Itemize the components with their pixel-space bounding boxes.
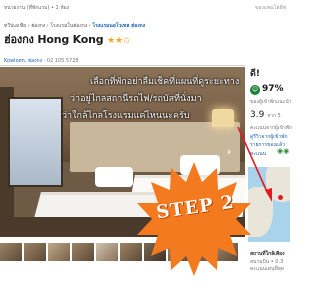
divider (0, 65, 245, 66)
guest-rating: 3.9 จาก 5 (250, 110, 281, 120)
photo-pillow (95, 167, 133, 187)
breadcrumb-item[interactable]: ทวีปเอเชีย (4, 23, 26, 29)
photo-window (8, 97, 63, 187)
hotel-phone: 02 105 5728 (46, 58, 79, 64)
star-rating: ★★✩ (107, 36, 131, 46)
top-bar: หน่วยงาน (ที่พักแรม) • 1 ห้อง ของแพนโฮดี… (0, 0, 290, 14)
photo-thumbnail[interactable] (48, 243, 70, 261)
photo-thumbnail[interactable] (96, 243, 118, 261)
read-reviews-link[interactable]: ดูรีวิวจากผู้เข้าพัก (250, 133, 288, 141)
top-bar-left-text: หน่วยงาน (ที่พักแรม) • 1 ห้อง (4, 5, 70, 11)
overlay-caption-line: เลือกที่พักอย่าลืมเช็คที่แผนที่ดูระยะทาง (90, 77, 240, 87)
photo-thumbnail[interactable] (0, 243, 22, 261)
photo-thumbnail[interactable] (72, 243, 94, 261)
recommend-percent-caption: ของผู้เข้าพักแนะนำ (250, 99, 292, 105)
guest-rating-caption: คะแนนจากผู้เข้าพัก (250, 125, 293, 131)
photo-thumbnail[interactable] (24, 243, 46, 261)
breadcrumb-item[interactable]: ฮ่องกง (31, 23, 45, 29)
map-pin-icon (278, 195, 283, 200)
chevron-right-icon[interactable]: › (224, 145, 234, 159)
hotel-address: Kowloon, ฮ่องกง · 02 105 5728 (4, 58, 79, 64)
breadcrumb-current: โรงแรมนอโวเทล ฮ่องกง (92, 23, 146, 29)
guest-rating-value: 3.9 (250, 110, 265, 120)
recommend-percent: 97% (262, 84, 284, 94)
overlay-caption-line: ว่าใกล้ไกลโรงแรมแค่ไหนนะครับ (62, 111, 190, 121)
hotel-name: ฮ่องกง Hong Kong (4, 33, 104, 46)
review-score-label: ดี! (250, 69, 260, 79)
top-bar-right-link[interactable]: ของแพนโฮดีพ (255, 4, 286, 12)
smile-icon: ☺ (250, 85, 260, 95)
breadcrumb: ทวีปเอเชีย › ฮ่องกง › โรงแรมในฮ่องกง › โ… (4, 23, 146, 29)
photo-lamp (212, 109, 234, 127)
location-map[interactable] (248, 167, 290, 242)
breadcrumb-item[interactable]: โรงแรมในฮ่องกง (50, 23, 87, 29)
hotel-title: ฮ่องกง Hong Kong ★★✩ (4, 30, 130, 48)
tripadvisor-owl-icon: ◉◉ (277, 147, 290, 155)
guest-rating-scale: จาก 5 (267, 113, 281, 119)
overlay-caption-line: ว่าอยู่ไกลสถานีรถไฟ/รถบัสที่นั่งมา (70, 94, 202, 104)
review-link[interactable]: คะแนน (250, 150, 266, 158)
hotel-area-link[interactable]: Kowloon, ฮ่องกง (4, 58, 42, 64)
nearby-item: คะแนนเด่นที่สุด (250, 266, 285, 272)
nearby-title: สถานที่ใกล้เคียง (250, 251, 285, 257)
